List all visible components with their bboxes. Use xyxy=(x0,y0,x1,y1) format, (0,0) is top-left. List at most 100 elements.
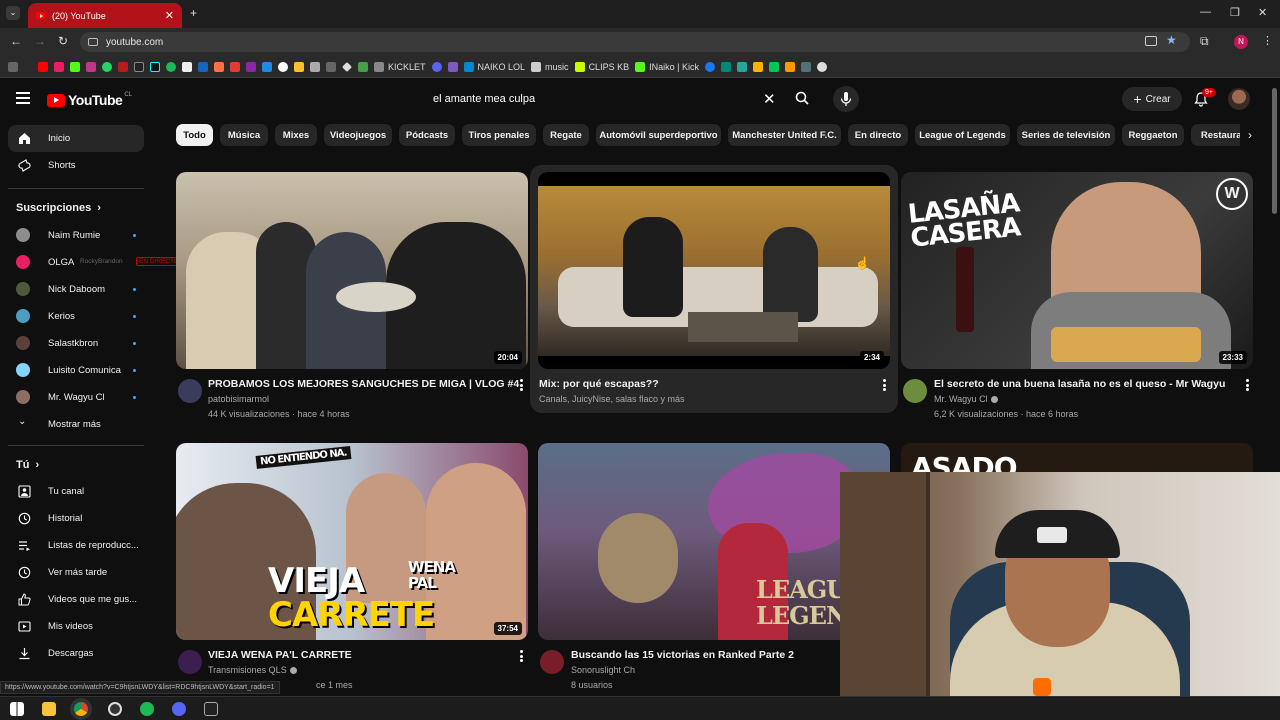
video-title[interactable]: El secreto de una buena lasaña no es el … xyxy=(934,378,1225,390)
video-more-icon[interactable] xyxy=(520,650,524,662)
apps-grid-icon[interactable] xyxy=(8,61,18,72)
chrome-taskbar-icon[interactable] xyxy=(74,702,88,716)
chip[interactable]: Automóvil superdeportivo xyxy=(596,124,721,146)
channel-avatar[interactable] xyxy=(178,650,202,674)
chip[interactable]: Música xyxy=(220,124,268,146)
bookmark-whatsapp-icon[interactable] xyxy=(102,61,112,72)
bookmark-facebook-icon[interactable] xyxy=(704,61,715,72)
bookmark-u-icon[interactable] xyxy=(784,61,795,72)
restore-icon[interactable]: ❐ xyxy=(1230,6,1240,19)
sidebar-item-mis-videos[interactable]: Mis videos xyxy=(8,613,144,640)
bookmark-shield2-icon[interactable] xyxy=(447,61,458,72)
sidebar-item-descargas[interactable]: Descargas xyxy=(8,640,144,667)
chip[interactable]: Series de televisión xyxy=(1017,124,1115,146)
bookmark-discord-icon[interactable] xyxy=(431,61,442,72)
chip[interactable]: Tiros penales xyxy=(462,124,536,146)
bookmark-naiko-lol[interactable]: NAIKO LOL xyxy=(463,61,525,72)
bookmark-teal-icon[interactable] xyxy=(720,61,731,72)
bookmark-red-icon[interactable] xyxy=(118,61,128,72)
bookmark-red2-icon[interactable] xyxy=(230,61,240,72)
video-more-icon[interactable] xyxy=(883,379,887,391)
bookmark-spotify-icon[interactable] xyxy=(166,61,176,72)
bookmark-shield-icon[interactable] xyxy=(54,61,64,72)
sidebar-item-listas[interactable]: Listas de reproducc... xyxy=(8,532,144,559)
bookmark-kicklet[interactable]: KICKLET xyxy=(374,61,426,72)
discord-taskbar-icon[interactable] xyxy=(172,702,186,716)
video-thumbnail[interactable]: LASAÑA CASERA W 23:33 xyxy=(901,172,1253,369)
voice-search-button[interactable] xyxy=(833,86,859,112)
chip[interactable]: Pódcasts xyxy=(399,124,455,146)
file-explorer-icon[interactable] xyxy=(42,702,56,716)
clear-search-icon[interactable]: ✕ xyxy=(763,90,776,108)
bookmark-kick-icon[interactable] xyxy=(70,61,80,72)
video-more-icon[interactable] xyxy=(520,379,524,391)
sidebar-item-shorts[interactable]: Shorts xyxy=(8,152,144,179)
channel-name[interactable]: Mr. Wagyu Cl xyxy=(934,394,998,404)
bookmark-youtube-icon[interactable] xyxy=(38,61,48,72)
video-thumbnail[interactable]: LEAGU LEGEN xyxy=(538,443,890,640)
bookmark-orange-icon[interactable] xyxy=(214,61,224,72)
bookmark-yellow-icon[interactable] xyxy=(294,61,304,72)
video-thumbnail[interactable]: 2:34 xyxy=(538,172,890,369)
chip-todo[interactable]: Todo xyxy=(176,124,213,146)
minimize-icon[interactable]: — xyxy=(1200,6,1211,18)
bookmark-chrome-icon[interactable] xyxy=(278,61,288,72)
bookmark-blue-icon[interactable] xyxy=(198,61,208,72)
sidebar-item-sub[interactable]: Mr. Wagyu Cl xyxy=(8,384,144,411)
install-icon[interactable] xyxy=(1145,36,1157,46)
channel-avatar[interactable] xyxy=(540,650,564,674)
chip-scroll-right-icon[interactable]: › xyxy=(1240,124,1260,146)
sidebar-item-inicio[interactable]: Inicio xyxy=(8,125,144,152)
you-heading[interactable]: Tú › xyxy=(16,459,39,471)
bookmark-grey-icon[interactable] xyxy=(326,61,336,72)
profile-icon[interactable]: N xyxy=(1234,35,1248,49)
bookmark-clips-kb[interactable]: CLIPS KB xyxy=(574,61,629,72)
subscriptions-heading[interactable]: Suscripciones › xyxy=(16,202,101,214)
page-scrollbar[interactable] xyxy=(1272,88,1277,214)
tab-close-icon[interactable]: ✕ xyxy=(165,9,174,22)
bookmark-star-icon[interactable]: ★ xyxy=(1166,33,1177,47)
bookmark-s-icon[interactable] xyxy=(182,61,192,72)
bookmark-circle-icon[interactable] xyxy=(816,61,827,72)
video-title[interactable]: Mix: por qué escapas?? xyxy=(539,378,659,390)
bookmark-music[interactable]: music xyxy=(531,61,569,72)
video-title[interactable]: Buscando las 15 victorias en Ranked Part… xyxy=(571,649,794,661)
chip[interactable]: Manchester United F.C. xyxy=(728,124,841,146)
reload-icon[interactable]: ↻ xyxy=(58,34,68,48)
hamburger-menu-icon[interactable] xyxy=(16,92,30,104)
channel-avatar[interactable] xyxy=(903,379,927,403)
sidebar-item-sub[interactable]: Naim Rumie xyxy=(8,222,144,249)
sidebar-item-sub[interactable]: OLGA RockyBrandon EN DIRECTO xyxy=(8,249,182,276)
video-thumbnail[interactable]: NO ENTIENDO NA. VIEJA WENA PAL CARRETE 3… xyxy=(176,443,528,640)
bookmark-tiktok-icon[interactable] xyxy=(150,61,160,72)
sidebar-item-sub[interactable]: Salastkbron xyxy=(8,330,144,357)
account-avatar[interactable] xyxy=(1228,88,1250,110)
back-icon[interactable]: ← xyxy=(10,34,22,48)
browser-menu-icon[interactable]: ⋮ xyxy=(1262,34,1273,47)
chip[interactable]: Regate xyxy=(543,124,589,146)
bookmark-green-icon[interactable] xyxy=(358,61,368,72)
spotify-taskbar-icon[interactable] xyxy=(140,702,154,716)
show-more-button[interactable]: ⌄ Mostrar más xyxy=(8,411,144,438)
app-taskbar-icon[interactable] xyxy=(204,702,218,716)
channel-name[interactable]: patobisimarmol xyxy=(208,394,269,404)
bookmark-cat-icon[interactable] xyxy=(310,61,320,72)
bookmark-instagram-icon[interactable] xyxy=(86,61,96,72)
chip[interactable]: En directo xyxy=(848,124,908,146)
youtube-logo[interactable]: YouTube CL xyxy=(47,92,132,108)
search-input[interactable]: el amante mea culpa xyxy=(421,86,821,112)
channel-name[interactable]: Canals, JuicyNise, salas flaco y más xyxy=(539,394,685,404)
sidebar-item-sub[interactable]: Kerios xyxy=(8,303,144,330)
chip[interactable]: League of Legends xyxy=(915,124,1010,146)
video-title[interactable]: VIEJA WENA PA'L CARRETE xyxy=(208,649,352,661)
address-bar[interactable]: youtube.com xyxy=(80,32,1190,52)
browser-tab-youtube[interactable]: (20) YouTube ✕ xyxy=(28,3,182,28)
video-thumbnail[interactable]: 20:04 xyxy=(176,172,528,369)
bookmark-x-icon[interactable] xyxy=(134,61,144,72)
chip[interactable]: Mixes xyxy=(275,124,317,146)
video-more-icon[interactable] xyxy=(1246,379,1250,391)
obs-icon[interactable] xyxy=(108,702,122,716)
channel-name[interactable]: Transmisiones QLS xyxy=(208,665,297,675)
bookmark-inaiko-kick[interactable]: INaiko | Kick xyxy=(635,61,699,72)
bookmark-amber-icon[interactable] xyxy=(752,61,763,72)
